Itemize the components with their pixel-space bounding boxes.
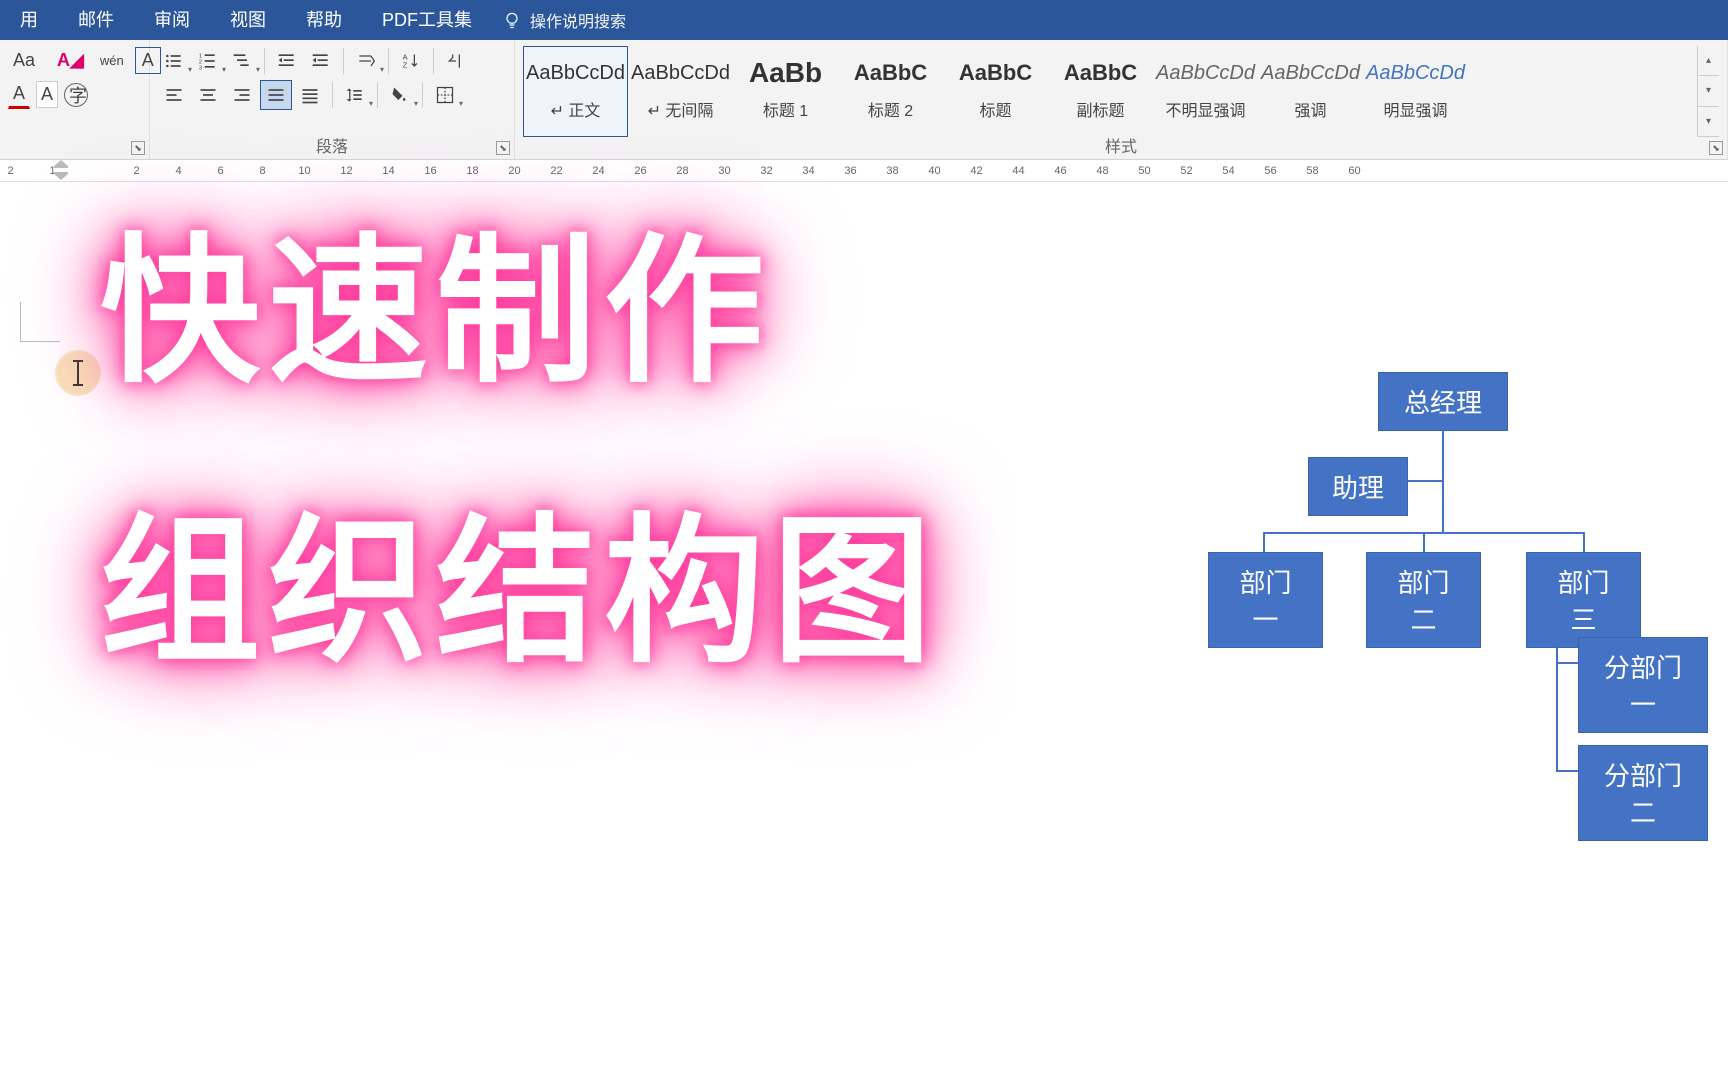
org-connector xyxy=(1263,532,1265,552)
numbering-button[interactable]: 123 xyxy=(192,46,224,76)
svg-text:Z: Z xyxy=(403,61,408,70)
clear-format-button[interactable]: A◢ xyxy=(52,47,89,74)
styles-group: AaBbCcDd ↵ 正文 AaBbCcDd ↵ 无间隔 AaBb 标题 1 A… xyxy=(515,40,1728,159)
menu-bar: 用 邮件 审阅 视图 帮助 PDF工具集 操作说明搜索 xyxy=(0,0,1728,40)
paragraph-group: 123 AZ 段落 ⬊ xyxy=(150,40,515,159)
org-connector xyxy=(1556,602,1558,772)
tab-view[interactable]: 视图 xyxy=(210,0,286,40)
tab-use[interactable]: 用 xyxy=(0,0,58,40)
style-scroll-down[interactable]: ▾ xyxy=(1698,76,1719,106)
horizontal-ruler[interactable]: 2124681012141618202224262830323436384042… xyxy=(0,160,1728,182)
sort-button[interactable]: AZ xyxy=(395,46,427,76)
phonetic-guide-button[interactable]: wén xyxy=(95,50,129,71)
style-intense-emphasis[interactable]: AaBbCcDd 明显强调 xyxy=(1363,46,1468,137)
font-group: Aa A◢ wén A A A 字 ⬊ xyxy=(0,40,150,159)
style-heading1[interactable]: AaBb 标题 1 xyxy=(733,46,838,137)
overlay-title-line1: 快速制作 xyxy=(100,232,772,392)
style-scroll: ▴ ▾ ▾ xyxy=(1697,46,1719,137)
style-subtle-emphasis[interactable]: AaBbCcDd 不明显强调 xyxy=(1153,46,1258,137)
org-node-dept3[interactable]: 部门三 xyxy=(1526,552,1641,648)
style-subtitle[interactable]: AaBbC 副标题 xyxy=(1048,46,1153,137)
enclosed-char-button[interactable]: 字 xyxy=(64,83,88,107)
line-spacing-button[interactable] xyxy=(339,80,371,110)
org-connector xyxy=(1408,480,1443,482)
org-connector xyxy=(1556,662,1578,664)
separator xyxy=(377,82,378,108)
style-normal[interactable]: AaBbCcDd ↵ 正文 xyxy=(523,46,628,137)
style-no-spacing[interactable]: AaBbCcDd ↵ 无间隔 xyxy=(628,46,733,137)
font-color-button[interactable]: A xyxy=(8,80,30,109)
style-scroll-up[interactable]: ▴ xyxy=(1698,46,1719,76)
org-node-sub2[interactable]: 分部门二 xyxy=(1578,745,1708,841)
org-chart[interactable]: 总经理 助理 部门一 部门二 部门三 分部门一 分部门二 xyxy=(1208,372,1668,792)
org-node-assistant[interactable]: 助理 xyxy=(1308,457,1408,516)
style-emphasis[interactable]: AaBbCcDd 强调 xyxy=(1258,46,1363,137)
highlight-button[interactable]: A xyxy=(36,81,58,108)
org-connector xyxy=(1583,532,1585,552)
align-left-button[interactable] xyxy=(158,80,190,110)
text-cursor-icon xyxy=(77,360,79,386)
align-center-button[interactable] xyxy=(192,80,224,110)
cursor-highlight xyxy=(55,350,101,396)
bullets-button[interactable] xyxy=(158,46,190,76)
align-distribute-button[interactable] xyxy=(294,80,326,110)
org-connector xyxy=(1423,532,1425,552)
ribbon: Aa A◢ wén A A A 字 ⬊ 123 AZ xyxy=(0,40,1728,160)
shading-button[interactable] xyxy=(384,80,416,110)
separator xyxy=(332,82,333,108)
paragraph-group-expand[interactable]: ⬊ xyxy=(496,141,510,155)
org-node-sub1[interactable]: 分部门一 xyxy=(1578,637,1708,733)
org-node-dept2[interactable]: 部门二 xyxy=(1366,552,1481,648)
separator xyxy=(433,48,434,74)
separator xyxy=(264,48,265,74)
margin-corner-icon xyxy=(20,302,60,342)
search-placeholder: 操作说明搜索 xyxy=(530,8,626,32)
asian-layout-button[interactable] xyxy=(350,46,382,76)
decrease-indent-button[interactable] xyxy=(271,46,303,76)
lightbulb-icon xyxy=(502,10,522,30)
org-connector xyxy=(1556,770,1578,772)
align-right-button[interactable] xyxy=(226,80,258,110)
svg-text:3: 3 xyxy=(199,65,202,71)
style-heading2[interactable]: AaBbC 标题 2 xyxy=(838,46,943,137)
paragraph-label: 段落 xyxy=(150,133,514,157)
tell-me-search[interactable]: 操作说明搜索 xyxy=(502,8,626,32)
overlay-title-line2: 组织结构图 xyxy=(100,512,940,672)
org-connector xyxy=(1442,422,1444,532)
style-title[interactable]: AaBbC 标题 xyxy=(943,46,1048,137)
org-node-dept1[interactable]: 部门一 xyxy=(1208,552,1323,648)
tab-help[interactable]: 帮助 xyxy=(286,0,362,40)
tab-pdf-tools[interactable]: PDF工具集 xyxy=(362,0,492,40)
change-case-button[interactable]: Aa xyxy=(8,47,40,74)
multilevel-list-button[interactable] xyxy=(226,46,258,76)
document-canvas[interactable]: ↵ 快速制作 组织结构图 总经理 助理 部门一 部门二 部门三 分部门一 分部门… xyxy=(0,182,1728,1080)
show-marks-button[interactable] xyxy=(440,46,472,76)
tab-review[interactable]: 审阅 xyxy=(134,0,210,40)
indent-marker-icon[interactable] xyxy=(54,160,68,180)
style-gallery: AaBbCcDd ↵ 正文 AaBbCcDd ↵ 无间隔 AaBb 标题 1 A… xyxy=(523,46,1697,137)
borders-button[interactable] xyxy=(429,80,461,110)
separator xyxy=(343,48,344,74)
separator xyxy=(388,48,389,74)
styles-group-expand[interactable]: ⬊ xyxy=(1709,141,1723,155)
tab-mail[interactable]: 邮件 xyxy=(58,0,134,40)
styles-label: 样式 xyxy=(515,133,1727,157)
align-justify-button[interactable] xyxy=(260,80,292,110)
font-group-expand[interactable]: ⬊ xyxy=(131,141,145,155)
separator xyxy=(422,82,423,108)
increase-indent-button[interactable] xyxy=(305,46,337,76)
